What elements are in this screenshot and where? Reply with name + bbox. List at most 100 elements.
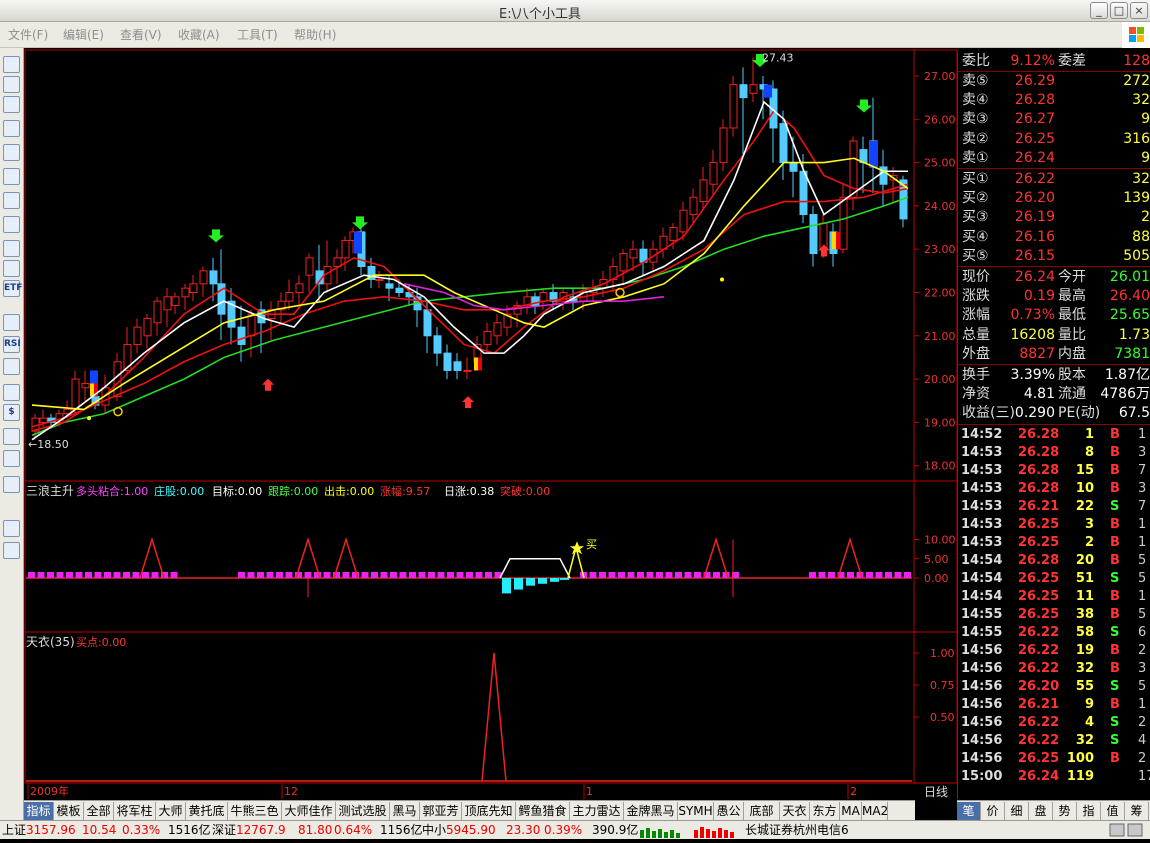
ask-price: 26.25 xyxy=(1014,130,1055,147)
indicator-tab[interactable]: 郭亚芳 xyxy=(420,802,462,820)
right-tab[interactable]: 价 xyxy=(981,802,1005,820)
calc-icon[interactable] xyxy=(3,168,20,185)
indicator-tab[interactable]: 大师 xyxy=(156,802,186,820)
price-axis-label: 18.00 xyxy=(924,460,956,473)
price-axis-label: 20.00 xyxy=(924,373,956,386)
bid-volume: 32 xyxy=(1132,171,1150,187)
tick-side: B xyxy=(1110,516,1120,532)
tick-price: 26.28 xyxy=(1018,462,1060,478)
menu-favorites[interactable]: 收藏(A) xyxy=(178,26,220,43)
money-icon[interactable]: $ xyxy=(3,404,20,421)
right-tab[interactable]: 指 xyxy=(1077,802,1101,820)
indicator-tab[interactable]: 黄托底 xyxy=(186,802,228,820)
indicator-tab[interactable]: 全部 xyxy=(84,802,114,820)
menu-view[interactable]: 查看(V) xyxy=(120,26,162,43)
ind1-magenta-block xyxy=(589,572,597,578)
tools-icon[interactable] xyxy=(3,428,20,445)
list-icon[interactable] xyxy=(3,144,20,161)
right-tab[interactable]: 笔 xyxy=(957,802,981,820)
ind1-magenta-block xyxy=(56,572,64,578)
right-tab[interactable]: 盘 xyxy=(1029,802,1053,820)
candle-body xyxy=(181,287,190,298)
indicator-tab[interactable]: 指标 xyxy=(24,802,54,820)
kline-icon[interactable] xyxy=(3,96,20,113)
indicator-tab[interactable]: 牛熊三色 xyxy=(228,802,282,820)
indicator1-legend-item: 目标:0.00 xyxy=(212,484,262,498)
stat-row: 外盘 8827 内盘 7381 xyxy=(960,345,1150,364)
indicator-tab[interactable]: MA xyxy=(840,802,862,820)
line-chart-icon[interactable] xyxy=(3,76,20,93)
tick-side: B xyxy=(1110,588,1120,604)
stat-row: 总量 16208 量比 1.73 xyxy=(960,326,1150,345)
menu-file[interactable]: 文件(F) xyxy=(8,26,48,43)
indicator-tab[interactable]: 愚公 xyxy=(714,802,744,820)
ind1-magenta-block xyxy=(257,572,264,578)
tick-time: 14:53 xyxy=(961,462,1003,478)
menu-help[interactable]: 帮助(H) xyxy=(294,26,336,43)
tick-price: 26.22 xyxy=(1018,732,1060,748)
sheet-icon[interactable] xyxy=(3,384,20,401)
ask-row: 卖③ 26.27 9 xyxy=(960,110,1150,129)
zx-index: 5945.90 xyxy=(446,823,496,837)
candle-body xyxy=(789,162,798,172)
stat2-label: 流通 xyxy=(1058,386,1086,403)
finance-icon[interactable] xyxy=(3,240,20,257)
close-button[interactable]: × xyxy=(1130,2,1148,19)
indicator-tab[interactable]: 鳄鱼猎食 xyxy=(516,802,570,820)
ind1-magenta-block xyxy=(656,572,663,578)
indicator-tab[interactable]: 主力雷达 xyxy=(570,802,624,820)
menu-tools[interactable]: 工具(T) xyxy=(237,26,278,43)
ind1-magenta-block xyxy=(894,572,902,578)
ind1-magenta-block xyxy=(409,572,416,578)
indicator-tab[interactable]: 模板 xyxy=(54,802,84,820)
right-tab[interactable]: 值 xyxy=(1101,802,1125,820)
tick-side: B xyxy=(1110,552,1120,568)
rsi-icon[interactable]: RSI xyxy=(3,336,21,353)
period-label[interactable]: 日线 xyxy=(915,784,957,800)
indicator-tab[interactable]: 大师佳作 xyxy=(282,802,336,820)
indicator-tab[interactable]: 金牌黑马 xyxy=(624,802,678,820)
stat-value: 7381 xyxy=(1114,345,1150,362)
ind1-magenta-block xyxy=(466,572,473,578)
indicator-tab[interactable]: 东方 xyxy=(810,802,840,820)
ind1-magenta-block xyxy=(37,572,45,578)
indicator-tab[interactable]: 顶底先知 xyxy=(462,802,516,820)
refresh-icon[interactable] xyxy=(3,358,20,375)
wave-icon[interactable] xyxy=(3,314,20,331)
tick-price: 26.25 xyxy=(1018,534,1060,550)
right-tab[interactable]: 筹 xyxy=(1125,802,1149,820)
indicator-tab[interactable]: 黑马 xyxy=(390,802,420,820)
timeline-label: 12 xyxy=(284,785,298,798)
menu-edit[interactable]: 编辑(E) xyxy=(63,26,104,43)
ind1-magenta-block xyxy=(618,572,625,578)
indicator-tab[interactable]: 天衣 xyxy=(780,802,810,820)
chart-area[interactable]: 27.0026.0025.0024.0023.0022.0021.0020.00… xyxy=(24,48,958,800)
minimize-button[interactable]: _ xyxy=(1090,2,1108,19)
tick-count: 5 xyxy=(1138,552,1147,568)
tick-row: 14:54 26.25 11 B 1 xyxy=(960,588,1150,606)
ind1-magenta-block xyxy=(608,572,616,578)
weicha-label: 委差 xyxy=(1058,53,1086,69)
right-tab[interactable]: 势 xyxy=(1053,802,1077,820)
pen-icon[interactable] xyxy=(3,476,20,493)
etf-icon[interactable]: ETF xyxy=(3,280,22,297)
users-icon[interactable] xyxy=(3,216,20,233)
exit-icon[interactable] xyxy=(3,450,20,467)
indicator-tab[interactable]: 将军柱 xyxy=(114,802,156,820)
search-icon[interactable] xyxy=(3,260,20,277)
maximize-button[interactable]: □ xyxy=(1110,2,1128,19)
right-tab[interactable]: 细 xyxy=(1005,802,1029,820)
ind1-magenta-block xyxy=(637,572,644,578)
indicator-tab[interactable]: 测试选股 xyxy=(336,802,390,820)
weibi-row: 委比 9.12% 委差 128 xyxy=(960,52,1150,71)
open-icon[interactable] xyxy=(3,56,20,73)
timeline-label: 1 xyxy=(586,785,593,798)
window-icon[interactable] xyxy=(3,120,20,137)
candle-body xyxy=(209,270,218,285)
indicator-tab[interactable]: 底部 xyxy=(744,802,780,820)
indicator-tab[interactable]: MA2 xyxy=(862,802,888,820)
indicator-tab[interactable]: SYMH xyxy=(678,802,714,820)
down-arrow-icon[interactable] xyxy=(3,542,20,559)
mail-icon[interactable] xyxy=(3,192,20,209)
up-arrow-icon[interactable] xyxy=(3,520,20,537)
